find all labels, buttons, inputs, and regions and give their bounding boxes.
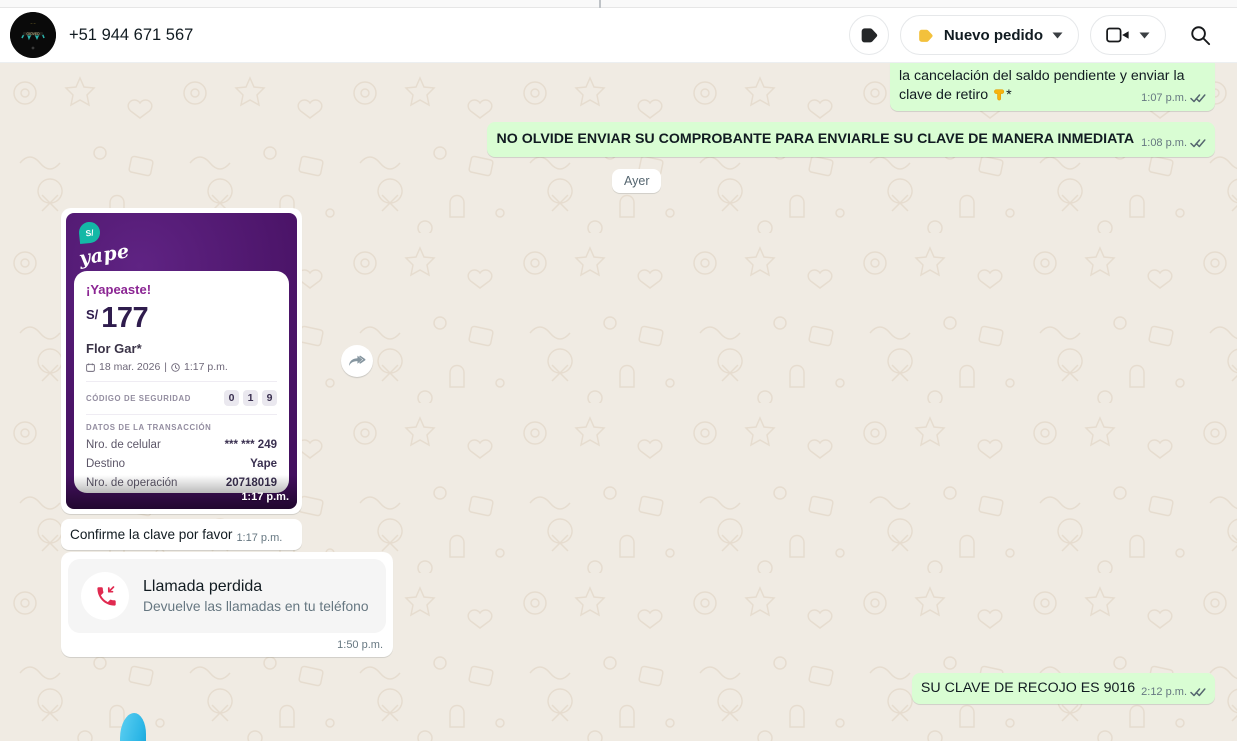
message-missed-call: Llamada perdida Devuelve las llamadas en… [61,552,393,657]
search-icon [1190,25,1210,45]
forward-button[interactable] [341,345,373,377]
missed-call-icon-circle [81,572,129,620]
chevron-down-icon [1052,32,1063,38]
double-check-icon [1190,687,1206,696]
receipt-time: 1:17 p.m. [184,361,228,373]
yape-logo: S/ yape [77,220,131,270]
contact-name[interactable]: +51 944 671 567 [69,26,193,45]
message-outgoing-cancelacion: la cancelación del saldo pendiente y env… [890,63,1215,111]
chat-header: GIOVED ~ ~ +51 944 671 567 Nuevo pedido [0,8,1237,63]
missed-call-texts: Llamada perdida Devuelve las llamadas en… [143,578,369,614]
digit-box: 1 [243,390,258,406]
svg-text:GIOVED: GIOVED [26,32,40,36]
missed-call-card: Llamada perdida Devuelve las llamadas en… [68,559,386,633]
row-label: Destino [86,458,125,470]
transaction-row: Destino Yape [86,458,277,470]
message-meta: 2:12 p.m. [1141,686,1206,698]
label-tag-icon [861,28,877,43]
chat-panel[interactable]: la cancelación del saldo pendiente y env… [0,63,1237,741]
avatar-logo: GIOVED ~ ~ [10,12,56,58]
message-time: 1:50 p.m. [337,639,383,651]
video-call-button[interactable] [1090,15,1166,55]
receipt-card: ¡Yapeaste! S/ 177 Flor Gar* 18 mar. 2026… [74,271,289,493]
message-incoming-image[interactable]: S/ yape ¡Yapeaste! S/ 177 Flor Gar* 18 m… [61,208,302,514]
message-text: SU CLAVE DE RECOJO ES 9016 [920,680,1136,696]
clock-icon [171,362,180,372]
divider [86,414,277,415]
message-outgoing-clave: SU CLAVE DE RECOJO ES 9016 2:12 p.m. [911,673,1215,704]
row-value: *** *** 249 [224,439,277,451]
order-tag-icon [918,29,933,42]
window-top-strip [0,0,1237,8]
separator: | [164,361,168,373]
missed-call-title: Llamada perdida [143,578,263,595]
chevron-down-icon [1139,32,1150,38]
transaction-row: Nro. de celular *** *** 249 [86,439,277,451]
receipt-date: 18 mar. 2026 [99,361,161,373]
message-time: 1:07 p.m. [1141,92,1187,104]
double-check-icon [1190,138,1206,147]
panel-divider-tick [599,0,601,8]
message-text: Confirme la clave por favor [70,527,233,542]
digit-box: 0 [224,390,239,406]
transaction-section-label: DATOS DE LA TRANSACCIÓN [86,423,212,432]
image-timestamp: 1:17 p.m. [241,491,289,503]
message-meta: 1:08 p.m. [1141,137,1206,149]
row-value: Yape [250,458,277,470]
security-code-row: CÓDIGO DE SEGURIDAD 0 1 9 [86,390,277,406]
security-code-label: CÓDIGO DE SEGURIDAD [86,393,191,403]
message-incoming-confirme: Confirme la clave por favor 1:17 p.m. [61,519,302,550]
digit-box: 9 [262,390,277,406]
missed-call-subtitle: Devuelve las llamadas en tu teléfono [143,599,369,614]
new-order-label: Nuevo pedido [943,26,1043,44]
yape-receipt-image: S/ yape ¡Yapeaste! S/ 177 Flor Gar* 18 m… [66,213,297,509]
yape-wordmark: yape [77,240,132,270]
payer-name: Flor Gar* [86,341,142,356]
label-quick-button[interactable] [848,15,889,55]
amount-value: 177 [101,302,149,334]
contact-avatar[interactable]: GIOVED ~ ~ [10,12,56,58]
search-button[interactable] [1183,18,1217,52]
currency-symbol: S/ [86,307,99,322]
double-check-icon [1190,93,1206,102]
forward-icon [349,355,366,366]
svg-text:~ ~: ~ ~ [30,22,35,26]
security-code-digits: 0 1 9 [224,390,277,406]
point-down-emoji [994,89,1005,101]
message-time: 1:08 p.m. [1141,137,1187,149]
new-order-button[interactable]: Nuevo pedido [899,15,1079,55]
calendar-icon [86,362,95,372]
message-time: 2:12 p.m. [1141,686,1187,698]
divider [86,381,277,382]
row-label: Nro. de celular [86,439,161,451]
receipt-datetime: 18 mar. 2026 | 1:17 p.m. [86,361,277,373]
video-camera-icon [1106,27,1129,43]
date-divider: Ayer [612,169,662,193]
message-outgoing-no-olvide: NO OLVIDE ENVIAR SU COMPROBANTE PARA ENV… [487,122,1215,157]
receipt-amount: S/ 177 [86,303,277,333]
message-time: 1:17 p.m. [236,532,283,544]
message-meta: 1:17 p.m. [236,532,282,544]
missed-call-icon [97,586,116,606]
yape-bubble-icon: S/ [77,220,102,245]
header-actions: Nuevo pedido [848,15,1217,55]
receipt-title: ¡Yapeaste! [86,282,152,297]
message-text: NO OLVIDE ENVIAR SU COMPROBANTE PARA ENV… [496,131,1135,147]
